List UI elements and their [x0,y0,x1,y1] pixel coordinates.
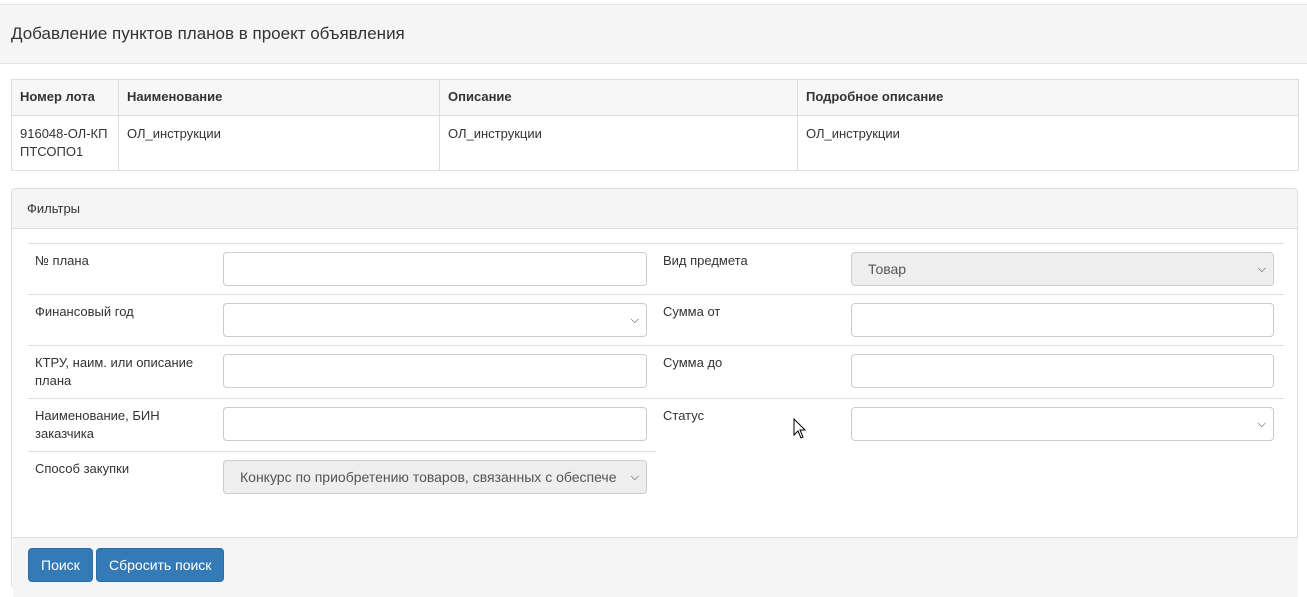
column-header-description: Описание [439,79,798,116]
filters-panel: Фильтры № плана Вид предмета Товар ⌵ Фин… [11,188,1298,597]
customer-input[interactable] [223,407,647,441]
mouse-pointer-icon [793,418,807,439]
table-header-row: Номер лота Наименование Описание Подробн… [11,79,1299,116]
column-header-name: Наименование [118,79,440,116]
chevron-down-icon: ⌵ [630,471,639,483]
customer-label: Наименование, БИН заказчика [35,408,160,441]
row-divider [656,294,1284,295]
row-divider [28,451,656,452]
row-divider [28,243,656,244]
column-header-lot-number: Номер лота [11,79,119,116]
status-label: Статус [663,408,705,423]
row-divider [656,398,1284,399]
ktru-label: КТРУ, наим. или описание плана [35,355,194,388]
procurement-method-label: Способ закупки [35,461,130,476]
sum-from-input[interactable] [851,303,1274,337]
cell-detailed-description: ОЛ_инструкции [797,115,1299,171]
table-row: 916048-ОЛ-КППТСОПО1 ОЛ_инструкции ОЛ_инс… [11,115,1299,171]
page-header: Добавление пунктов планов в проект объяв… [0,4,1307,64]
row-divider [656,243,1284,244]
sum-from-label: Сумма от [663,304,721,319]
row-divider [28,345,656,346]
cell-name: ОЛ_инструкции [118,115,440,171]
ktru-input[interactable] [223,354,647,388]
chevron-down-icon: ⌵ [1257,263,1266,275]
subject-type-label: Вид предмета [663,253,748,268]
procurement-method-select[interactable]: Конкурс по приобретению товаров, связанн… [223,460,647,494]
column-header-detailed-description: Подробное описание [797,79,1299,116]
sum-to-input[interactable] [851,354,1274,388]
filters-heading: Фильтры [12,189,1297,229]
sum-to-label: Сумма до [663,355,723,370]
page-title: Добавление пунктов планов в проект объяв… [11,24,405,43]
search-button[interactable]: Поиск [28,548,93,582]
plan-number-label: № плана [35,253,89,268]
status-select[interactable]: ⌵ [851,407,1274,441]
plan-number-input[interactable] [223,252,647,286]
lot-table: Номер лота Наименование Описание Подробн… [11,79,1299,171]
chevron-down-icon: ⌵ [1257,418,1266,430]
procurement-method-value: Конкурс по приобретению товаров, связанн… [240,469,617,485]
cell-description: ОЛ_инструкции [439,115,798,171]
reset-search-button[interactable]: Сбросить поиск [96,548,225,582]
panel-footer: Поиск Сбросить поиск [13,537,1298,597]
cell-lot-number: 916048-ОЛ-КППТСОПО1 [11,115,119,171]
subject-type-select[interactable]: Товар ⌵ [851,252,1274,286]
fiscal-year-label: Финансовый год [35,304,134,319]
subject-type-value: Товар [868,261,907,277]
row-divider [656,345,1284,346]
chevron-down-icon: ⌵ [630,314,639,326]
row-divider [28,294,656,295]
fiscal-year-select[interactable]: ⌵ [223,303,647,337]
row-divider [28,398,656,399]
